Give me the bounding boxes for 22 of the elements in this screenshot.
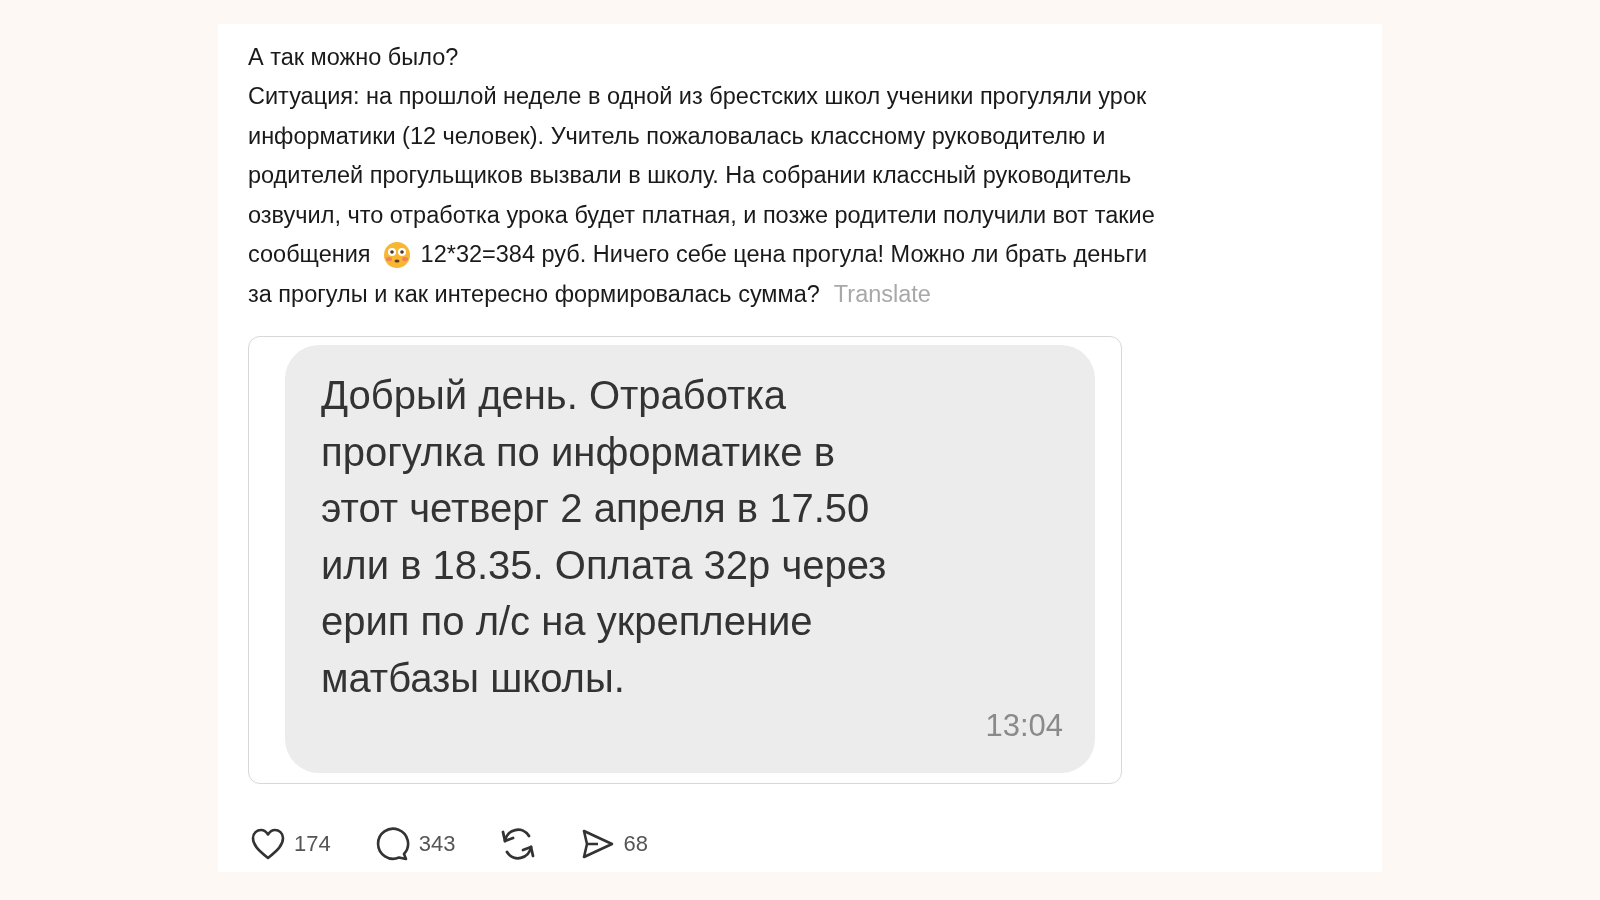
message-text-line: ерип по л/с на укрепление: [321, 598, 814, 645]
heart-icon: [250, 827, 286, 861]
message-text-line: прогулка по информатике в: [321, 428, 836, 476]
message-text-line: этот четверг 2 апреля в 17.50: [321, 485, 871, 532]
message-text-line: матбазы школы.: [321, 654, 626, 702]
message-text-line: или в 18.35. Оплата 32р через: [321, 541, 888, 589]
post-text: 12*32=384 руб. Ничего себе цена прогула! Можно ли брать деньги: [420, 240, 1148, 269]
post-title: А так можно было?: [248, 43, 460, 72]
post-text: родителей прогульщиков вызвали в школу. На собрании классный руководитель: [248, 161, 1132, 190]
message-time: 13:04: [985, 708, 1063, 744]
share-button[interactable]: 68: [579, 824, 650, 864]
flushed-face-icon: [382, 240, 411, 269]
message-text-line: Добрый день. Отработка: [321, 372, 788, 419]
post-text: сообщения: [248, 240, 371, 269]
post-text: за прогулы и как интересно формировалась сумма?: [248, 279, 820, 309]
post-text: озвучил, что отработка урока будет платная, и позже родители получили вот такие: [248, 200, 1155, 230]
comment-icon: [374, 826, 411, 862]
comment-button[interactable]: 343: [372, 822, 458, 866]
like-button[interactable]: 174: [248, 823, 333, 865]
post-text: информатики (12 человек). Учитель пожаловалась классному руководителю и: [248, 121, 1106, 151]
send-icon: [581, 828, 616, 860]
post-text: Ситуация: на прошлой неделе в одной из брестских школ ученики прогуляли урок: [248, 82, 1147, 111]
